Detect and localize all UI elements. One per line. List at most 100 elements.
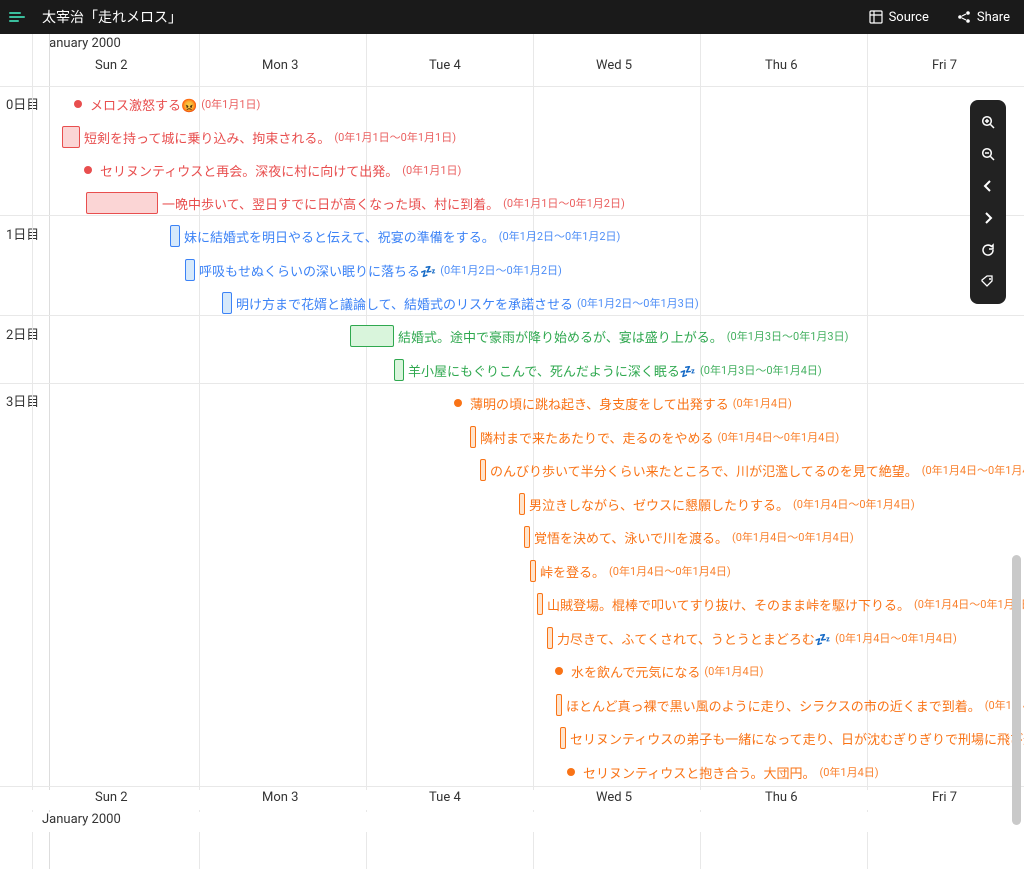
event-dot-icon <box>84 166 92 174</box>
event-text: 薄明の頃に跳ね起き、身支度をして出発する <box>470 394 729 413</box>
event-dates: (0年1月4日〜0年1月4日) <box>793 496 915 512</box>
event-bar <box>519 493 525 515</box>
scroll-right-button[interactable] <box>970 202 1006 234</box>
event-text: 男泣きしながら、ゼウスに懇願したりする。 <box>529 495 789 514</box>
timeline-event[interactable]: メロス激怒する😡(0年1月1日) <box>72 92 260 116</box>
day-label: Wed 5 <box>596 790 632 805</box>
event-text: セリヌンティウスの弟子も一緒になって走り、日が沈むぎりぎりで刑場に飛び込む。 <box>570 729 1024 748</box>
event-text: 結婚式。途中で豪雨が降り始めるが、宴は盛り上がる。 <box>398 327 723 346</box>
grid-vline <box>533 34 534 869</box>
timeline-event[interactable]: 一晩中歩いて、翌日すでに日が高くなった頃、村に到着。(0年1月1日〜0年1月2日… <box>86 191 625 215</box>
event-dates: (0年1月1日〜0年1月2日) <box>503 195 625 211</box>
timeline-event[interactable]: 呼吸もせぬくらいの深い眠りに落ちる💤(0年1月2日〜0年1月2日) <box>185 258 562 282</box>
share-icon <box>957 10 971 24</box>
tags-button[interactable] <box>970 266 1006 298</box>
event-bar <box>537 593 543 615</box>
timeline-event[interactable]: 結婚式。途中で豪雨が降り始めるが、宴は盛り上がる。(0年1月3日〜0年1月3日) <box>350 324 848 348</box>
event-bar <box>222 292 232 314</box>
timeline-grid[interactable]: メロス激怒する😡(0年1月1日)短剣を持って城に乗り込み、拘束される。(0年1月… <box>50 34 1024 869</box>
event-dot-icon <box>454 399 462 407</box>
row-gutter: 0日目1日目2日目3日目 <box>0 34 50 869</box>
grid-hline <box>0 315 1024 316</box>
event-text: 呼吸もせぬくらいの深い眠りに落ちる💤 <box>199 261 436 280</box>
grid-vline <box>32 34 33 869</box>
event-dates: (0年1月4日〜0年1月4日) <box>922 462 1024 478</box>
month-label-bot: January 2000 <box>42 812 121 827</box>
vertical-scrollbar[interactable] <box>1012 555 1021 825</box>
timeline-event[interactable]: ほとんど真っ裸で黒い風のように走り、シラクスの市の近くまで到着。(0年1月4日〜… <box>556 693 1024 717</box>
app-logo-icon <box>0 9 34 25</box>
timeline-event[interactable]: のんびり歩いて半分くらい来たところで、川が氾濫してるのを見て絶望。(0年1月4日… <box>480 458 1024 482</box>
event-dates: (0年1月1日〜0年1月1日) <box>334 129 456 145</box>
event-dot-icon <box>567 768 575 776</box>
share-button[interactable]: Share <box>943 10 1024 25</box>
timeline-event[interactable]: 妹に結婚式を明日やると伝えて、祝宴の準備をする。(0年1月2日〜0年1月2日) <box>170 224 620 248</box>
event-text: 妹に結婚式を明日やると伝えて、祝宴の準備をする。 <box>184 227 495 246</box>
day-label: Fri 7 <box>932 790 957 805</box>
event-dates: (0年1月2日〜0年1月3日) <box>577 295 699 311</box>
event-bar <box>62 126 80 148</box>
timeline-event[interactable]: 男泣きしながら、ゼウスに懇願したりする。(0年1月4日〜0年1月4日) <box>519 492 915 516</box>
event-text: 水を飲んで元気になる <box>571 662 700 681</box>
timeline-event[interactable]: 力尽きて、ふてくされて、うとうとまどろむ💤(0年1月4日〜0年1月4日) <box>547 626 957 650</box>
event-dates: (0年1月2日〜0年1月2日) <box>440 262 562 278</box>
source-button[interactable]: Source <box>855 10 943 25</box>
timeline-event[interactable]: セリヌンティウスと抱き合う。大団円。(0年1月4日) <box>565 760 879 784</box>
timeline-event[interactable]: セリヌンティウスの弟子も一緒になって走り、日が沈むぎりぎりで刑場に飛び込む。(0… <box>560 726 1024 750</box>
event-bar <box>170 225 180 247</box>
timeline-event[interactable]: 水を飲んで元気になる(0年1月4日) <box>553 659 764 683</box>
event-bar <box>470 426 476 448</box>
event-dates: (0年1月2日〜0年1月2日) <box>499 228 621 244</box>
day-label: Sun 2 <box>95 790 128 805</box>
app-topbar: 太宰治「走れメロス」 Source Share <box>0 0 1024 34</box>
event-dates: (0年1月1日) <box>201 96 260 112</box>
event-dot-icon <box>74 100 82 108</box>
timeline-event[interactable]: 短剣を持って城に乗り込み、拘束される。(0年1月1日〜0年1月1日) <box>62 125 456 149</box>
grid-hline <box>0 86 1024 87</box>
timeline-event[interactable]: 羊小屋にもぐりこんで、死んだように深く眠る💤(0年1月3日〜0年1月4日) <box>394 358 822 382</box>
table-icon <box>869 10 883 24</box>
share-label: Share <box>977 10 1010 25</box>
group-label: 2日目 <box>6 324 39 343</box>
event-dates: (0年1月4日) <box>733 395 792 411</box>
event-dates: (0年1月3日〜0年1月3日) <box>727 328 849 344</box>
timeline-event[interactable]: 隣村まで来たあたりで、走るのをやめる(0年1月4日〜0年1月4日) <box>470 425 839 449</box>
reset-button[interactable] <box>970 234 1006 266</box>
event-dates: (0年1月4日〜0年1月4日) <box>609 563 731 579</box>
timeline-event[interactable]: 薄明の頃に跳ね起き、身支度をして出発する(0年1月4日) <box>452 391 792 415</box>
timeline-event[interactable]: 明け方まで花婿と議論して、結婚式のリスケを承諾させる(0年1月2日〜0年1月3日… <box>222 291 699 315</box>
event-bar <box>530 560 536 582</box>
event-dot-icon <box>555 667 563 675</box>
grid-hline <box>0 383 1024 384</box>
zoom-in-button[interactable] <box>970 106 1006 138</box>
event-text: セリヌンティウスと再会。深夜に村に向けて出発。 <box>100 161 398 180</box>
grid-hline <box>0 786 1024 787</box>
view-toolbox <box>970 100 1006 304</box>
day-label: Thu 6 <box>765 790 798 805</box>
timeline-event[interactable]: 覚悟を決めて、泳いで川を渡る。(0年1月4日〜0年1月4日) <box>524 525 854 549</box>
event-text: セリヌンティウスと抱き合う。大団円。 <box>583 763 815 782</box>
event-dates: (0年1月4日〜0年1月4日) <box>732 529 854 545</box>
event-bar <box>547 627 553 649</box>
event-bar <box>480 459 486 481</box>
timeline-event[interactable]: 山賊登場。棍棒で叩いてすり抜け、そのまま峠を駆け下りる。(0年1月4日〜0年1月… <box>537 592 1024 616</box>
scroll-left-button[interactable] <box>970 170 1006 202</box>
zoom-out-button[interactable] <box>970 138 1006 170</box>
event-text: 一晩中歩いて、翌日すでに日が高くなった頃、村に到着。 <box>162 194 499 213</box>
timeline-event[interactable]: セリヌンティウスと再会。深夜に村に向けて出発。(0年1月1日) <box>82 158 461 182</box>
timeline-event[interactable]: 峠を登る。(0年1月4日〜0年1月4日) <box>530 559 731 583</box>
event-dates: (0年1月4日〜0年1月4日) <box>914 596 1024 612</box>
event-text: 羊小屋にもぐりこんで、死んだように深く眠る💤 <box>408 361 696 380</box>
day-label: Mon 3 <box>262 790 298 805</box>
event-dates: (0年1月4日〜0年1月4日) <box>717 429 839 445</box>
event-text: 山賊登場。棍棒で叩いてすり抜け、そのまま峠を駆け下りる。 <box>547 595 910 614</box>
event-dates: (0年1月4日〜0年1月4日) <box>835 630 957 646</box>
group-label: 3日目 <box>6 391 39 410</box>
group-label: 0日目 <box>6 94 39 113</box>
event-text: 隣村まで来たあたりで、走るのをやめる <box>480 428 713 447</box>
event-bar <box>394 359 404 381</box>
event-dates: (0年1月1日) <box>402 162 461 178</box>
event-text: のんびり歩いて半分くらい来たところで、川が氾濫してるのを見て絶望。 <box>490 461 918 480</box>
app-title: 太宰治「走れメロス」 <box>42 7 855 27</box>
event-text: メロス激怒する😡 <box>90 95 197 114</box>
